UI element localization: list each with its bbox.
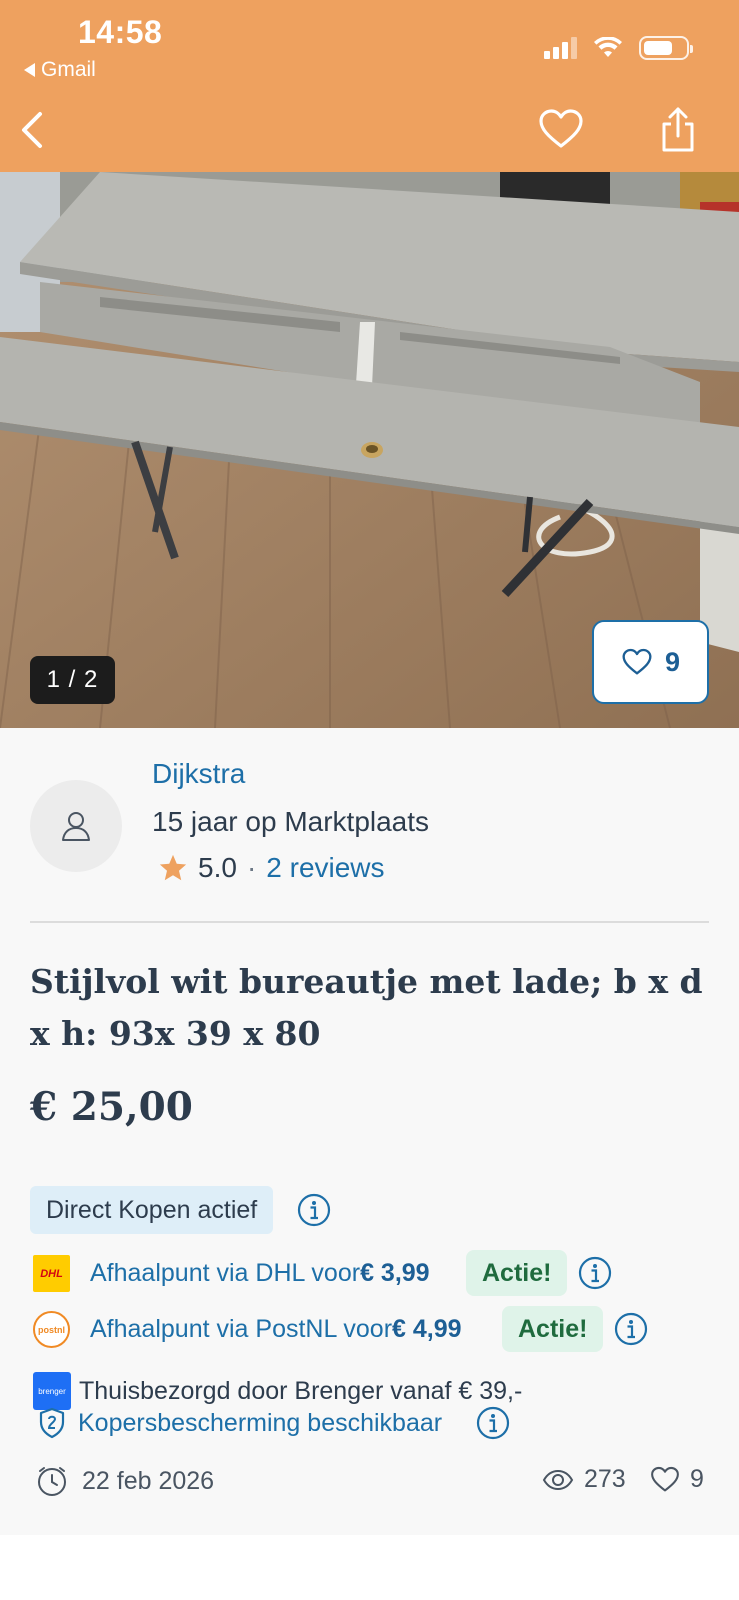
protection-info-icon[interactable]: [476, 1406, 510, 1440]
dhl-price: € 3,99: [360, 1259, 430, 1287]
heart-outline-icon: [651, 1466, 679, 1492]
status-time: 14:58: [78, 14, 163, 50]
views-text: 273: [584, 1465, 626, 1493]
buyer-protection-label: Kopersbescherming beschikbaar: [78, 1408, 443, 1437]
postnl-actie-badge: Actie!: [502, 1306, 604, 1352]
battery-icon: [639, 36, 693, 60]
rating-separator: ·: [246, 852, 257, 883]
listing-photo[interactable]: 1 / 2 9: [0, 172, 739, 728]
postnl-price: € 4,99: [392, 1315, 462, 1343]
listing-details: Dijkstra 15 jaar op Marktplaats 5.0 · 2 …: [0, 728, 739, 1535]
direct-kopen-badge: Direct Kopen actief: [30, 1186, 274, 1234]
dhl-info-icon[interactable]: [578, 1256, 612, 1290]
buyer-protection-row[interactable]: Kopersbescherming beschikbaar: [38, 1406, 442, 1440]
signal-icon: [544, 37, 577, 59]
photo-favorite-button[interactable]: 9: [592, 620, 709, 704]
dhl-actie-badge: Actie!: [466, 1250, 568, 1296]
back-triangle-icon: [24, 63, 35, 77]
heart-icon: [622, 648, 652, 675]
dhl-label: Afhaalpunt via DHL voor: [90, 1259, 361, 1287]
seller-name-link[interactable]: Dijkstra: [152, 758, 245, 790]
divider: [30, 921, 709, 923]
brenger-label: Thuisbezorgd door Brenger vanaf € 39,-: [79, 1376, 523, 1405]
likes-count: 9: [650, 1465, 704, 1494]
listing-date: 22 feb 2026: [36, 1465, 214, 1497]
postnl-logo: postnl: [33, 1311, 70, 1348]
wifi-icon: [594, 37, 622, 57]
postnl-shipping-row[interactable]: postnl Afhaalpunt via PostNL voor € 4,99: [33, 1311, 462, 1348]
postnl-info-icon[interactable]: [614, 1312, 648, 1346]
brenger-logo: brenger: [33, 1372, 71, 1410]
seller-avatar[interactable]: [30, 780, 122, 872]
photo-counter: 1 / 2: [30, 656, 115, 704]
brenger-delivery-row: brenger Thuisbezorgd door Brenger vanaf …: [33, 1372, 522, 1410]
back-to-app-link[interactable]: Gmail: [24, 58, 96, 82]
favorite-heart-icon[interactable]: [538, 108, 584, 150]
back-app-label: Gmail: [41, 58, 96, 81]
listing-title: Stijlvol wit bureautje met lade; b x d x…: [30, 962, 703, 1053]
info-icon[interactable]: [297, 1193, 331, 1227]
photo-favorites-count: 9: [664, 646, 681, 677]
reviews-link[interactable]: 2 reviews: [266, 852, 384, 884]
share-icon[interactable]: [658, 106, 698, 154]
back-chevron-icon[interactable]: [14, 108, 54, 152]
shield-icon: [39, 1407, 65, 1439]
likes-text: 9: [690, 1465, 704, 1493]
dhl-logo: DHL: [33, 1255, 70, 1292]
eye-icon: [542, 1469, 574, 1490]
date-text: 22 feb 2026: [82, 1466, 215, 1495]
view-count: 273: [542, 1465, 626, 1494]
postnl-label: Afhaalpunt via PostNL voor: [90, 1315, 393, 1343]
star-icon: [159, 854, 187, 881]
seller-years: 15 jaar op Marktplaats: [152, 806, 430, 837]
app-header: 14:58 Gmail: [0, 0, 739, 172]
rating-score: 5.0: [198, 852, 237, 883]
user-icon: [62, 812, 90, 841]
seller-rating: 5.0 · 2 reviews: [158, 852, 385, 884]
listing-price: € 25,00: [30, 1084, 193, 1130]
bottom-spacer: [0, 1535, 739, 1600]
clock-icon: [38, 1467, 66, 1496]
dhl-shipping-row[interactable]: DHL Afhaalpunt via DHL voor € 3,99: [33, 1255, 430, 1292]
status-icons: [544, 36, 693, 60]
